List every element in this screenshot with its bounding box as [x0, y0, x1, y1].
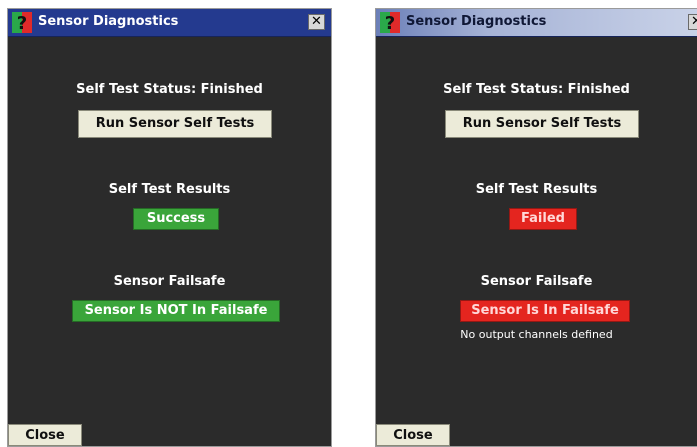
svg-text:?: ? — [385, 13, 395, 33]
failsafe-status-badge: Sensor Is In Failsafe — [460, 300, 630, 322]
run-sensor-self-tests-button[interactable]: Run Sensor Self Tests — [445, 110, 639, 138]
title-bar[interactable]: ? Sensor Diagnostics ✕ — [376, 9, 697, 37]
window-content: Self Test Status: Finished Run Sensor Se… — [376, 36, 697, 446]
question-mark-icon: ? — [12, 12, 32, 33]
title-bar[interactable]: ? Sensor Diagnostics ✕ — [8, 9, 331, 37]
sensor-diagnostics-window-failed: ? Sensor Diagnostics ✕ Self Test Status:… — [375, 8, 697, 447]
question-mark-icon: ? — [380, 12, 400, 33]
run-sensor-self-tests-button[interactable]: Run Sensor Self Tests — [78, 110, 272, 138]
self-test-result-badge: Failed — [509, 208, 577, 230]
close-icon[interactable]: ✕ — [688, 14, 697, 30]
window-title: Sensor Diagnostics — [38, 14, 179, 29]
window-title: Sensor Diagnostics — [406, 14, 547, 29]
self-test-status-label: Self Test Status: Finished — [443, 82, 630, 97]
self-test-results-heading: Self Test Results — [108, 182, 231, 197]
close-button[interactable]: Close — [8, 424, 82, 446]
self-test-results-heading: Self Test Results — [475, 182, 598, 197]
sensor-diagnostics-window-success: ? Sensor Diagnostics ✕ Self Test Status:… — [7, 8, 332, 447]
self-test-status-label: Self Test Status: Finished — [76, 82, 263, 97]
sensor-failsafe-heading: Sensor Failsafe — [480, 274, 593, 289]
self-test-result-badge: Success — [133, 208, 219, 230]
close-button[interactable]: Close — [376, 424, 450, 446]
window-content: Self Test Status: Finished Run Sensor Se… — [8, 36, 331, 446]
svg-text:?: ? — [17, 13, 27, 33]
output-channels-note: No output channels defined — [460, 328, 613, 341]
close-icon[interactable]: ✕ — [308, 14, 325, 30]
sensor-failsafe-heading: Sensor Failsafe — [113, 274, 226, 289]
failsafe-status-badge: Sensor Is NOT In Failsafe — [72, 300, 280, 322]
